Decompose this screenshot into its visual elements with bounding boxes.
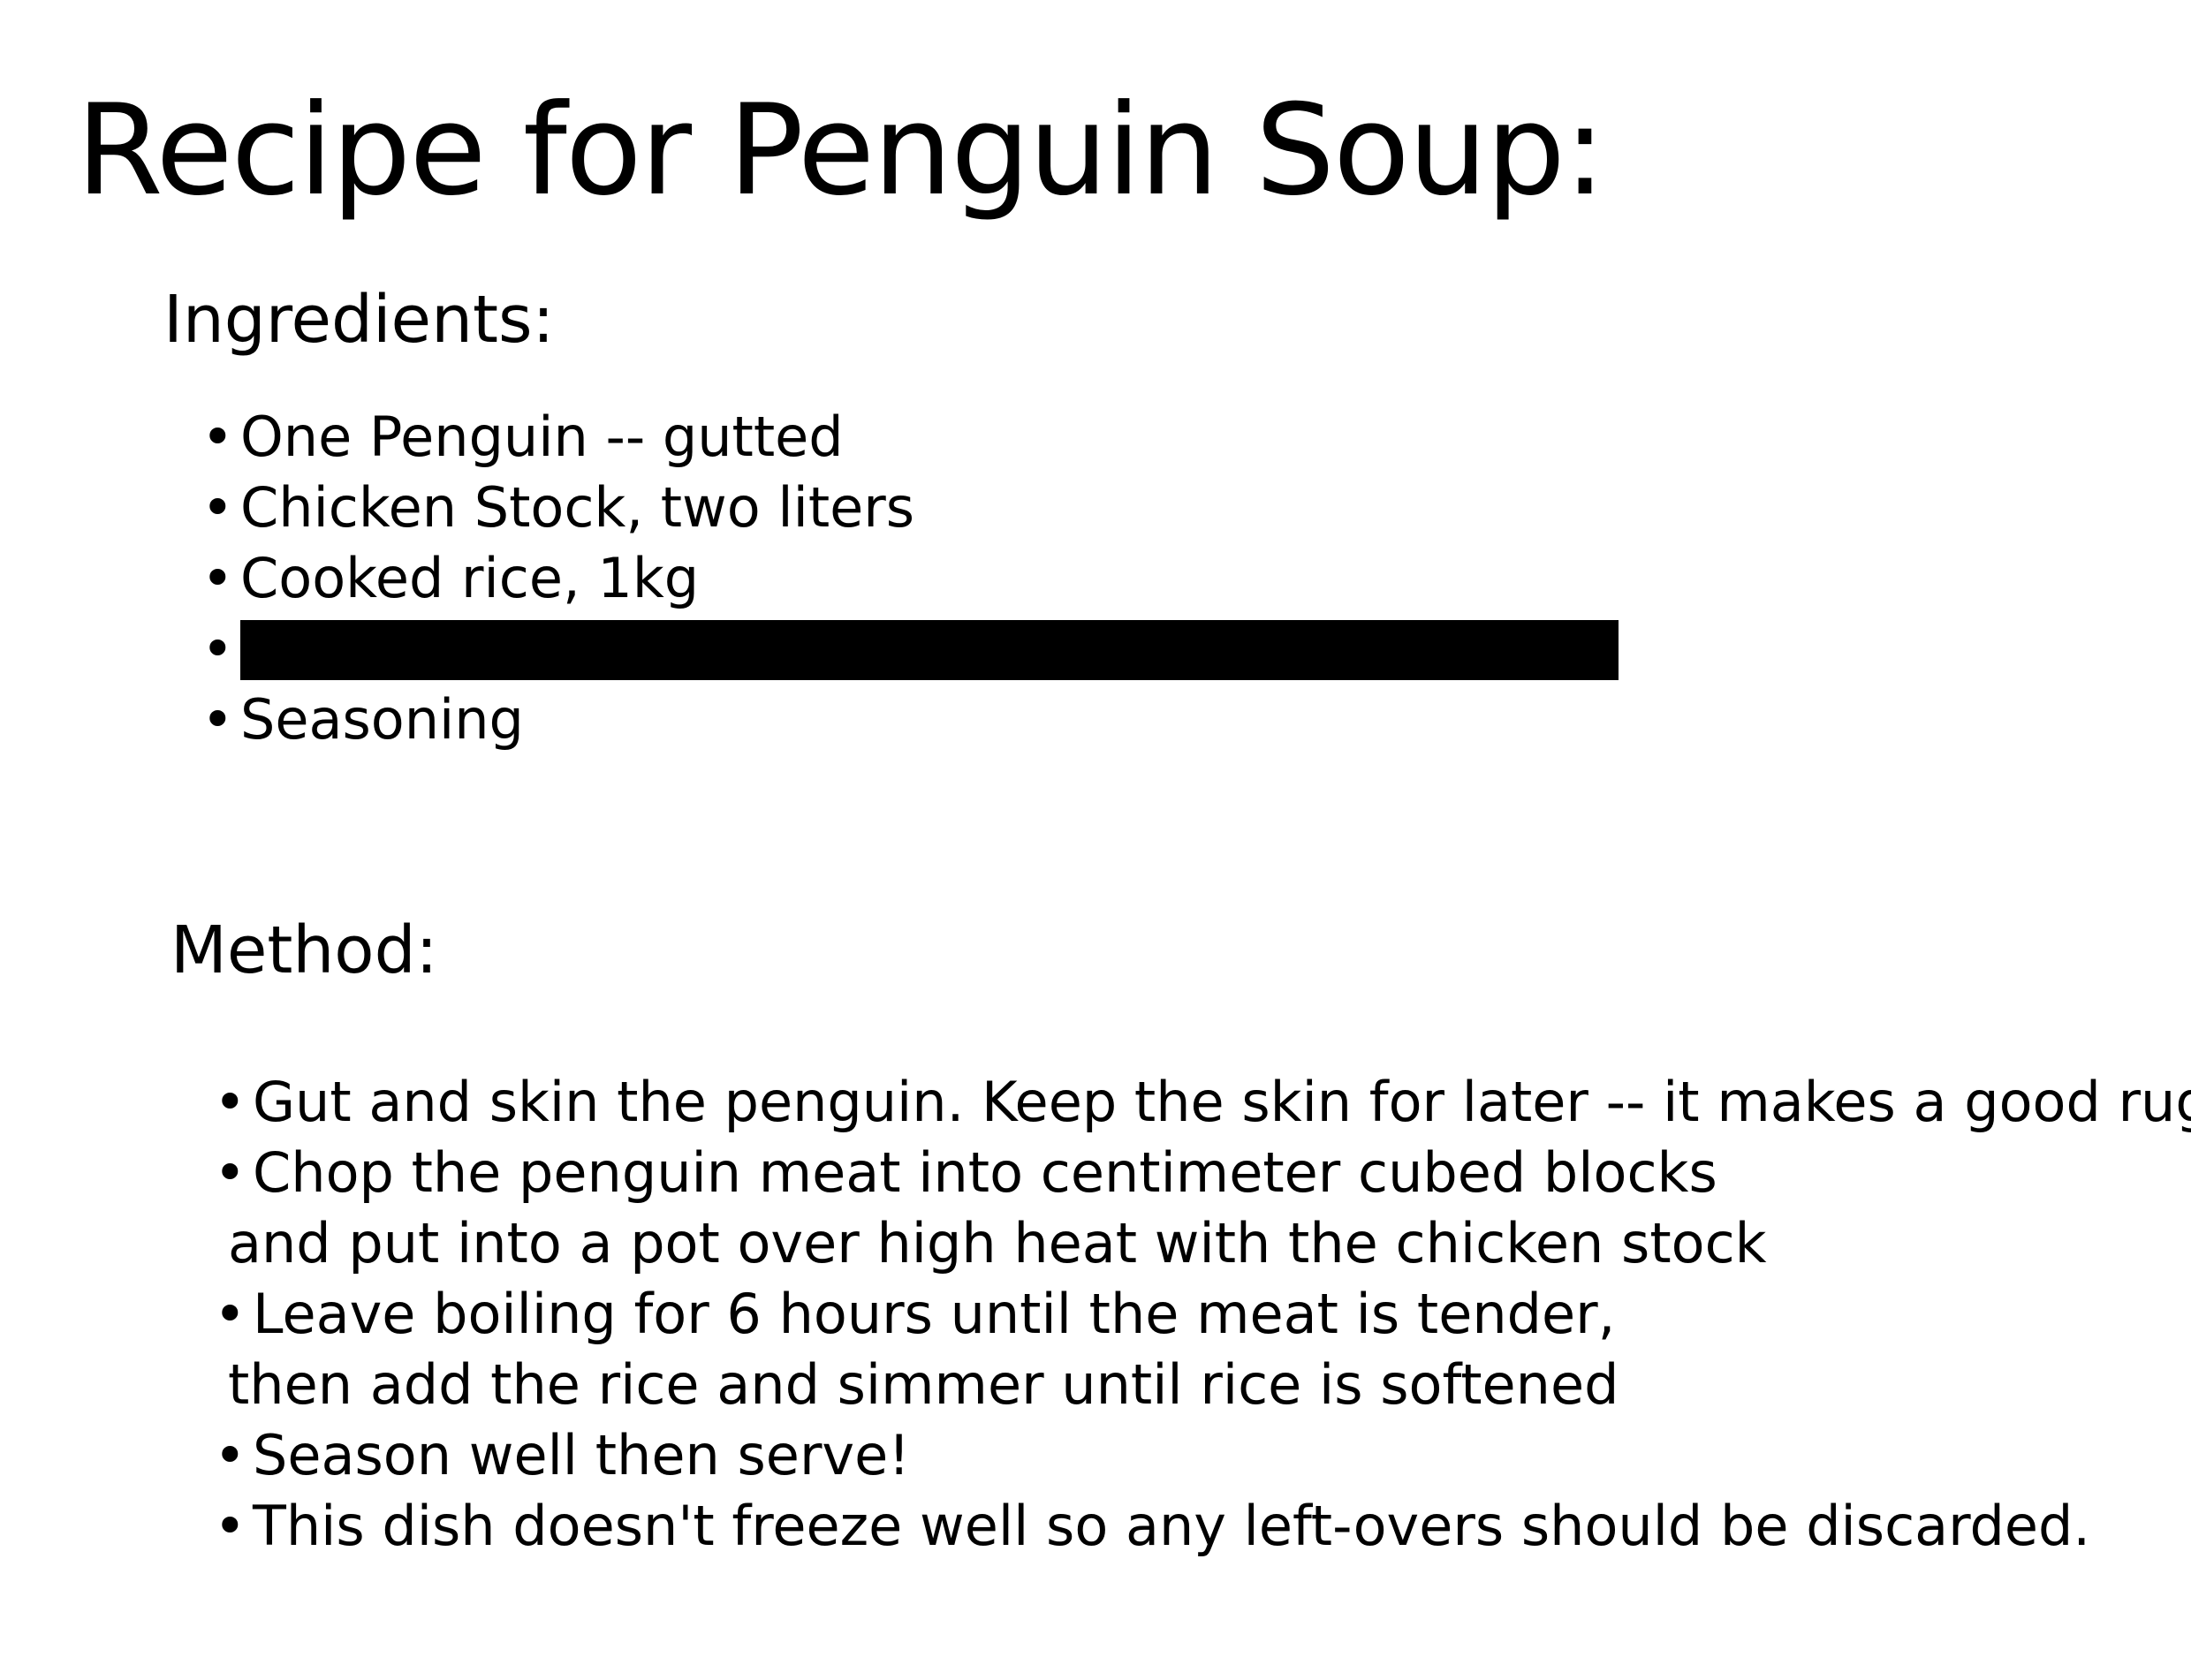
method-step-continuation: then add the rice and simmer until rice … [214, 1350, 2191, 1420]
ingredient-text: Cooked rice, 1kg [240, 546, 700, 610]
method-step: • Chop the penguin meat into centimeter c… [214, 1138, 2191, 1208]
bullet-icon: • [201, 405, 234, 469]
ingredients-list: • One Penguin -- gutted • Chicken Stock, t… [201, 402, 1619, 755]
method-step-text: then add the rice and simmer until rice … [228, 1352, 1619, 1417]
method-heading: Method: [171, 912, 438, 988]
method-step: • Leave boiling for 6 hours until the mea… [214, 1279, 2191, 1350]
ingredient-item: • Cooked rice, 1kg [201, 543, 1619, 614]
method-step: • Gut and skin the penguin. Keep the skin… [214, 1067, 2191, 1138]
ingredient-item: • One Penguin -- gutted [201, 402, 1619, 473]
ingredient-item: • Chicken Stock, two liters [201, 473, 1619, 543]
method-step-text: Season well then serve! [253, 1423, 911, 1487]
bullet-icon: • [201, 687, 234, 752]
method-step-text: Gut and skin the penguin. Keep the skin … [253, 1070, 2191, 1134]
method-step-text: Leave boiling for 6 hours until the meat… [253, 1282, 1616, 1346]
ingredients-heading: Ingredients: [163, 282, 555, 358]
method-step: • Season well then serve! [214, 1420, 2191, 1491]
bullet-icon: • [214, 1140, 246, 1205]
bullet-icon: • [201, 475, 234, 540]
ingredient-item-redacted: • [201, 614, 1619, 685]
bullet-icon: • [214, 1070, 246, 1134]
method-step-text: Chop the penguin meat into centimeter cu… [253, 1140, 1717, 1205]
ingredient-text: Chicken Stock, two liters [240, 475, 915, 540]
redaction-bar [240, 619, 1619, 680]
method-list: • Gut and skin the penguin. Keep the skin… [214, 1067, 2191, 1562]
bullet-icon: • [201, 617, 234, 681]
ingredient-text: Seasoning [240, 687, 524, 752]
method-step: • This dish doesn't freeze well so any le… [214, 1491, 2191, 1562]
method-step-text: This dish doesn't freeze well so any lef… [253, 1494, 2091, 1558]
bullet-icon: • [214, 1423, 246, 1487]
ingredient-item: • Seasoning [201, 685, 1619, 755]
method-step-continuation: and put into a pot over high heat with t… [214, 1208, 2191, 1279]
ingredient-text: One Penguin -- gutted [240, 405, 844, 469]
bullet-icon: • [201, 546, 234, 610]
page-title: Recipe for Penguin Soup: [76, 78, 1606, 223]
bullet-icon: • [214, 1494, 246, 1558]
method-step-text: and put into a pot over high heat with t… [228, 1211, 1767, 1275]
bullet-icon: • [214, 1282, 246, 1346]
